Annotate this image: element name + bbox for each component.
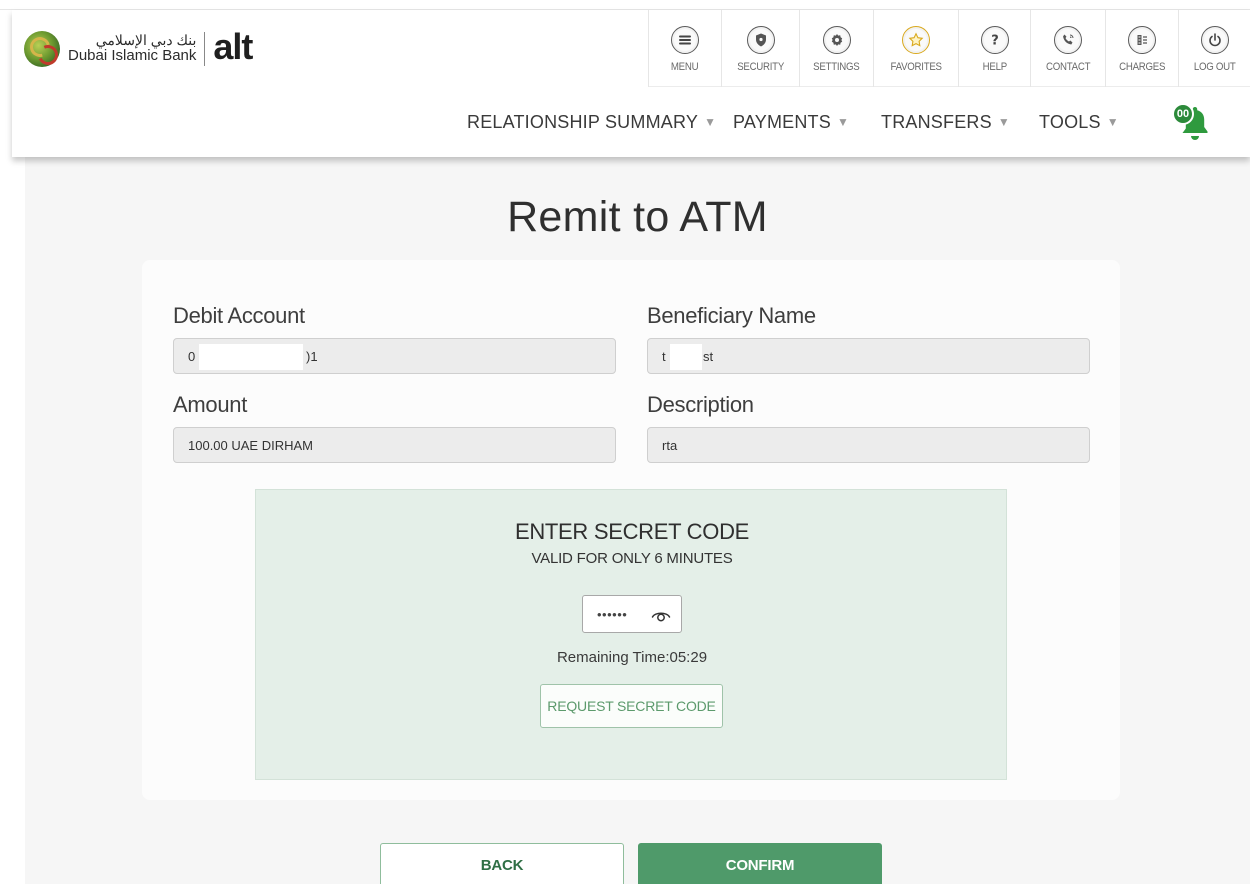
debit-account-value-end: )1: [306, 348, 318, 364]
logout-button[interactable]: LOG OUT: [1178, 10, 1250, 87]
nav-payments[interactable]: PAYMENTS ▼: [733, 87, 849, 157]
secret-code-title: ENTER SECRET CODE: [514, 519, 750, 544]
chevron-down-icon: ▼: [1106, 115, 1119, 129]
beneficiary-value-end: st: [703, 348, 714, 364]
logo-arabic-name: بنك دبي الإسلامي: [95, 32, 197, 49]
favorites-label: FAVORITES: [890, 61, 942, 73]
nav-transfers[interactable]: TRANSFERS ▼: [881, 87, 1010, 157]
debit-account-value-start: 0: [188, 348, 196, 364]
debit-account-label: Debit Account: [173, 303, 305, 328]
back-button[interactable]: BACK: [380, 843, 624, 884]
redaction-mask: [670, 344, 702, 370]
security-button[interactable]: SECURITY: [721, 10, 799, 87]
main-content: Remit to ATM Debit Account 0 )1 Benefici…: [25, 157, 1250, 884]
charges-label: CHARGES: [1118, 61, 1166, 73]
logo-divider: [204, 32, 206, 66]
gear-icon: [822, 26, 851, 54]
star-icon: [902, 26, 930, 54]
phone-icon: [1054, 26, 1082, 54]
chevron-down-icon: ▼: [997, 115, 1010, 129]
redaction-mask: [199, 344, 303, 370]
request-secret-code-button[interactable]: REQUEST SECRET CODE: [540, 684, 723, 728]
security-label: SECURITY: [737, 61, 784, 73]
nav-payments-label: PAYMENTS: [733, 111, 831, 132]
secret-code-validity: VALID FOR ONLY 6 MINUTES: [531, 550, 733, 567]
bank-logo[interactable]: بنك دبي الإسلامي Dubai Islamic Bank alt: [24, 26, 253, 72]
main-nav: RELATIONSHIP SUMMARY ▼ PAYMENTS ▼ TRANSF…: [12, 87, 1250, 157]
contact-button[interactable]: CONTACT: [1030, 10, 1105, 87]
help-label: HELP: [982, 61, 1007, 73]
shield-icon: [746, 26, 775, 54]
secret-code-masked-value: ••••••: [597, 606, 628, 622]
settings-label: SETTINGS: [813, 61, 860, 73]
description-label: Description: [647, 392, 754, 417]
beneficiary-value-start: t: [662, 348, 666, 364]
amount-label: Amount: [173, 392, 248, 417]
question-icon: ?: [980, 26, 1009, 54]
header: بنك دبي الإسلامي Dubai Islamic Bank alt …: [12, 10, 1250, 157]
logo-english-name: Dubai Islamic Bank: [68, 47, 197, 65]
nav-tools[interactable]: TOOLS ▼: [1039, 87, 1119, 157]
contact-label: CONTACT: [1045, 61, 1091, 73]
help-button[interactable]: ? HELP: [958, 10, 1030, 87]
menu-icon: [671, 26, 699, 54]
dib-globe-icon: [24, 31, 60, 67]
utility-icon-bar: MENU SECURITY SETTINGS FAVORITES ? HELP: [648, 10, 1250, 87]
beneficiary-name-label: Beneficiary Name: [647, 303, 816, 328]
description-value: rta: [662, 437, 678, 453]
power-icon: [1200, 26, 1229, 54]
favorites-button[interactable]: FAVORITES: [873, 10, 958, 87]
top-strip: [0, 0, 1250, 10]
remaining-time: Remaining Time:05:29: [556, 649, 708, 666]
chevron-down-icon: ▼: [704, 115, 717, 129]
show-password-eye-icon[interactable]: [651, 606, 671, 624]
menu-label: MENU: [671, 61, 699, 73]
logo-text: بنك دبي الإسلامي Dubai Islamic Bank: [68, 32, 197, 65]
secret-code-input[interactable]: ••••••: [582, 595, 682, 633]
secret-code-panel: ENTER SECRET CODE VALID FOR ONLY 6 MINUT…: [255, 489, 1007, 780]
charges-icon: [1128, 26, 1156, 54]
nav-relationship-summary-label: RELATIONSHIP SUMMARY: [467, 111, 699, 132]
confirm-button[interactable]: CONFIRM: [638, 843, 882, 884]
nav-transfers-label: TRANSFERS: [881, 111, 992, 132]
settings-button[interactable]: SETTINGS: [799, 10, 873, 87]
debit-account-field[interactable]: 0 )1: [173, 338, 616, 374]
alt-logo: alt: [213, 26, 253, 67]
charges-button[interactable]: CHARGES: [1105, 10, 1178, 87]
nav-relationship-summary[interactable]: RELATIONSHIP SUMMARY ▼: [467, 87, 716, 157]
description-field[interactable]: rta: [647, 427, 1090, 463]
remit-form-card: Debit Account 0 )1 Beneficiary Name t st…: [142, 260, 1120, 800]
amount-value: 100.00 UAE DIRHAM: [188, 437, 313, 453]
nav-tools-label: TOOLS: [1039, 111, 1101, 132]
page-title: Remit to ATM: [507, 193, 768, 241]
logout-label: LOG OUT: [1193, 61, 1236, 73]
notification-count-badge: 00: [1172, 103, 1194, 125]
amount-field[interactable]: 100.00 UAE DIRHAM: [173, 427, 616, 463]
chevron-down-icon: ▼: [836, 115, 850, 129]
notifications-button[interactable]: 00: [1172, 103, 1212, 143]
menu-button[interactable]: MENU: [648, 10, 721, 87]
beneficiary-name-field[interactable]: t st: [647, 338, 1090, 374]
svg-text:?: ?: [991, 34, 999, 49]
